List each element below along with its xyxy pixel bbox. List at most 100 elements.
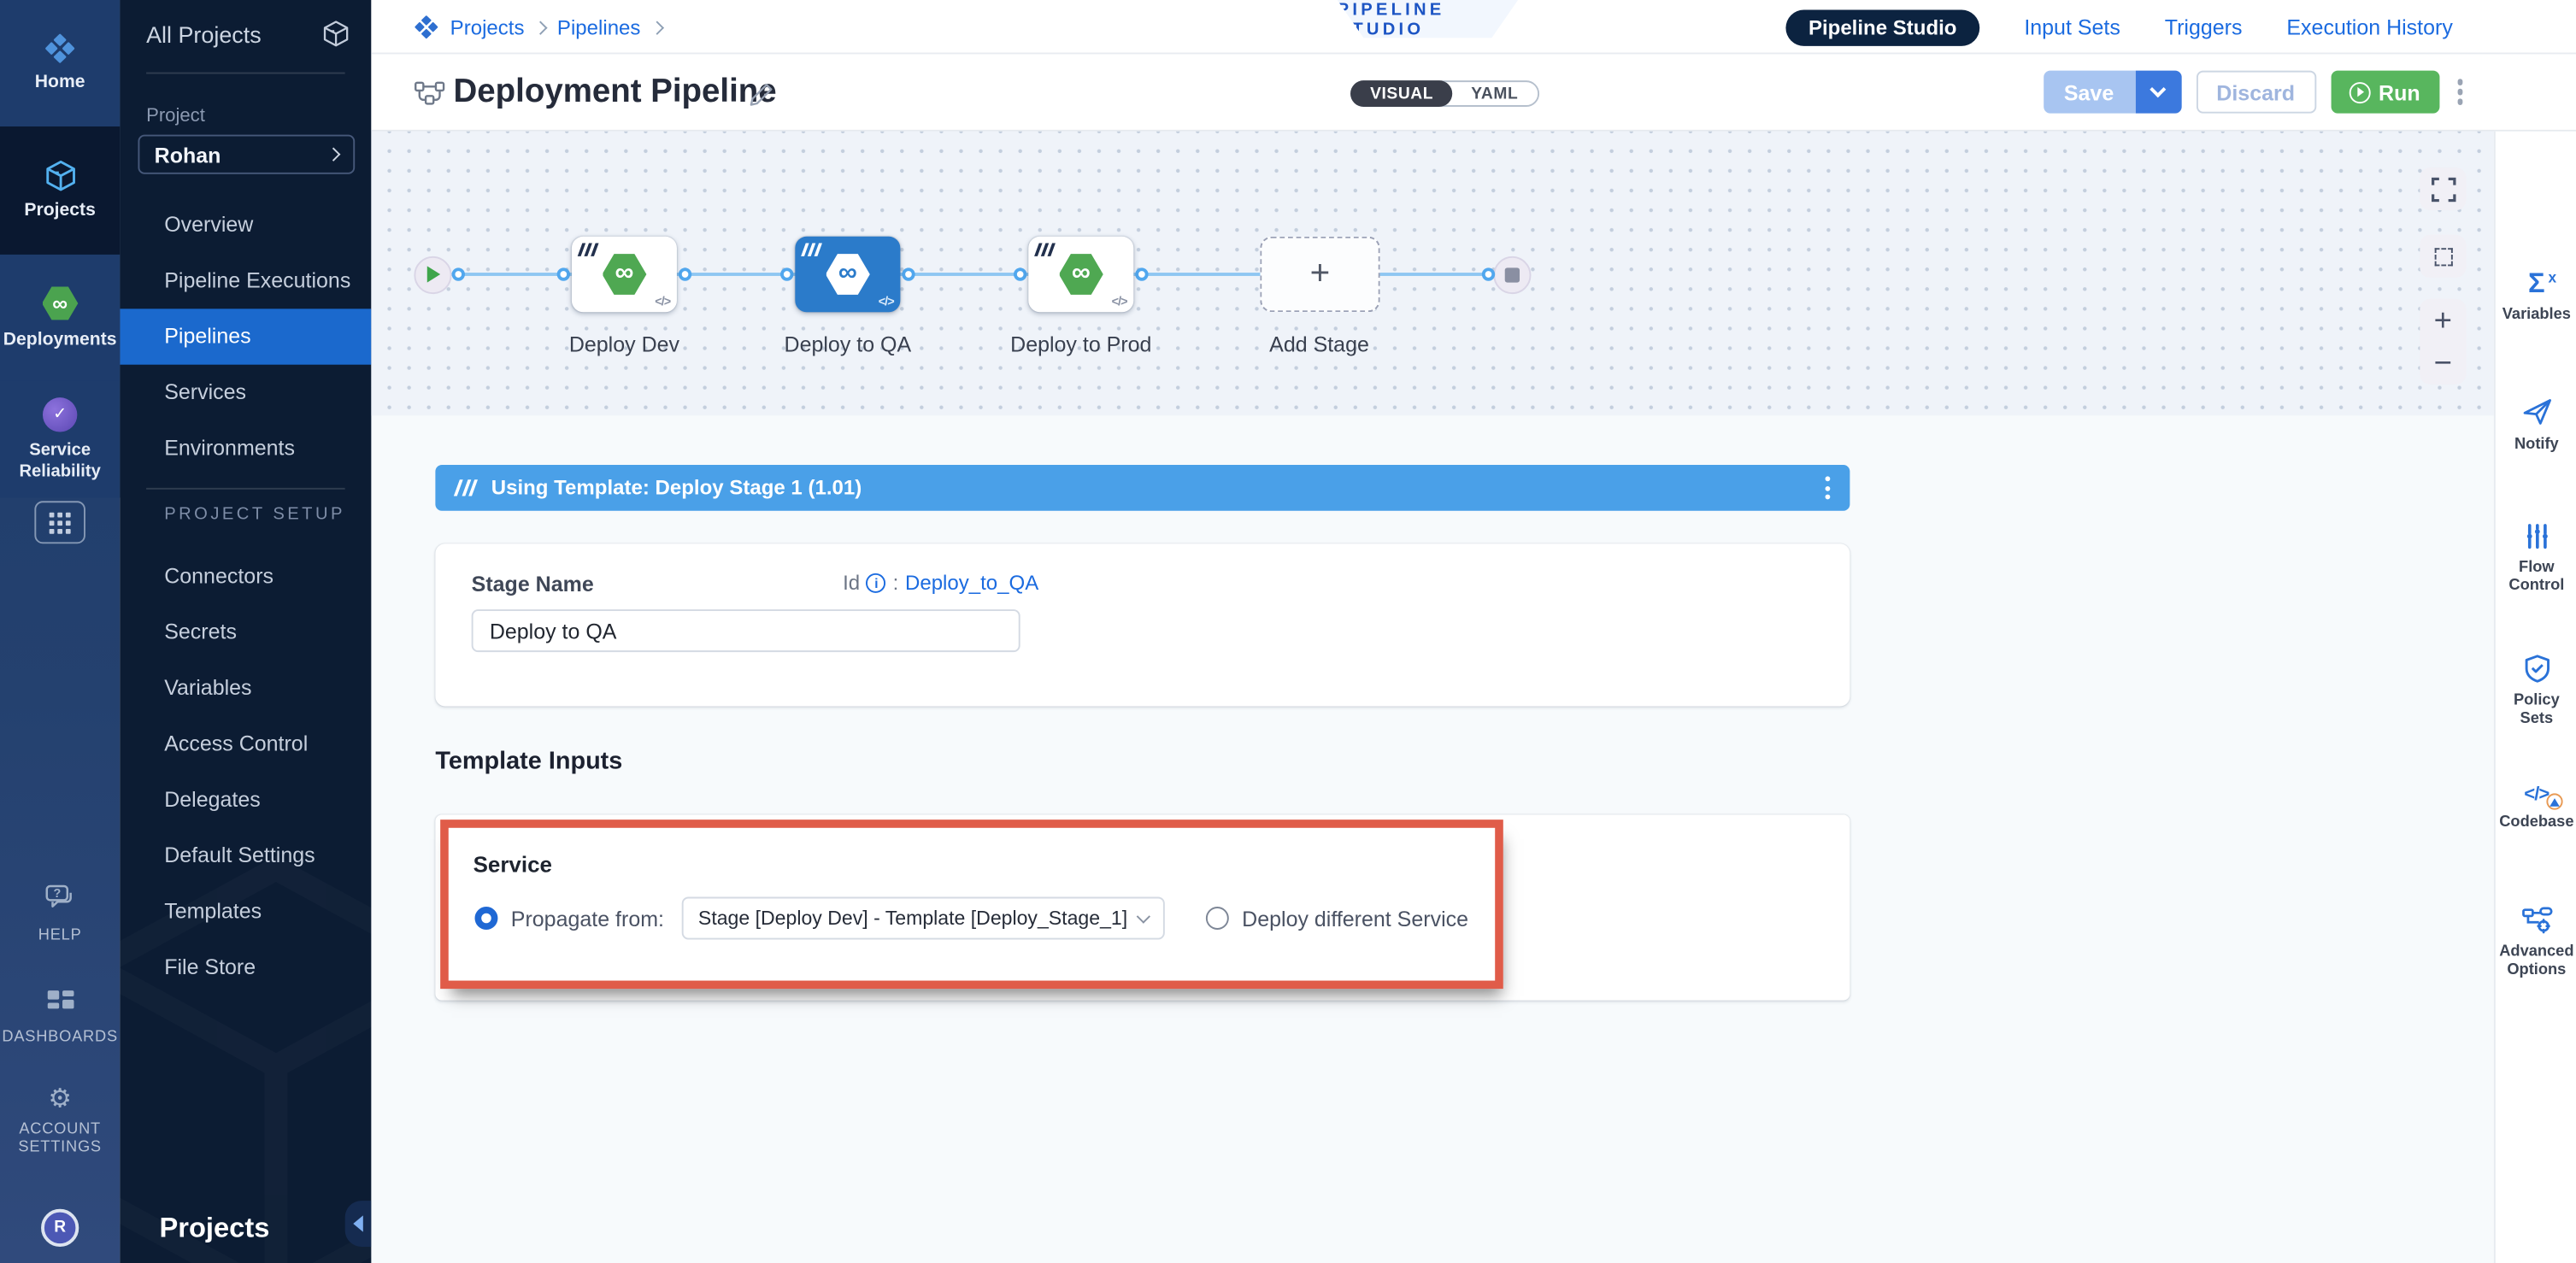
propagate-from-label[interactable]: Propagate from: <box>511 907 664 931</box>
divider <box>146 73 345 74</box>
project-selector[interactable]: Rohan <box>138 135 355 174</box>
using-template-bar[interactable]: Using Template: Deploy Stage 1 (1.01) <box>435 465 1850 511</box>
studio-tools-panel: Σx Variables Notify Flow Control Policy … <box>2494 132 2576 1263</box>
breadcrumb-pipelines[interactable]: Pipelines <box>557 15 641 38</box>
sidebar-item-overview[interactable]: Overview <box>120 197 371 253</box>
breadcrumb-projects[interactable]: Projects <box>450 15 525 38</box>
project-label: Project <box>146 107 205 126</box>
panel-item-variables[interactable]: Σx Variables <box>2496 269 2576 324</box>
start-play-icon <box>427 266 440 282</box>
toggle-yaml[interactable]: YAML <box>1451 82 1538 105</box>
selection-mode-button[interactable] <box>2420 235 2466 278</box>
panel-label: Advanced Options <box>2497 943 2576 980</box>
plus-icon: + <box>1310 255 1331 294</box>
rail-item-account-settings[interactable]: ⚙ ACCOUNT SETTINGS <box>0 1087 120 1157</box>
rail-item-home[interactable]: Home <box>0 0 120 126</box>
page-title: Deployment Pipeline <box>454 73 777 111</box>
top-bar: Projects Pipelines PIPELINE STUDIO Pipel… <box>371 0 2576 54</box>
discard-button[interactable]: Discard <box>2196 71 2315 114</box>
using-template-text: Using Template: Deploy Stage 1 (1.01) <box>491 476 862 499</box>
panel-label: Policy Sets <box>2497 691 2576 729</box>
sidebar-item-access-control[interactable]: Access Control <box>120 716 371 772</box>
zoom-out-button[interactable]: − <box>2434 348 2452 379</box>
sidebar-item-secrets[interactable]: Secrets <box>120 604 371 660</box>
project-setup-heading: PROJECT SETUP <box>164 504 345 524</box>
save-split-button: Save <box>2043 71 2180 114</box>
rail-item-service-reliability[interactable]: ✓ Service Reliability <box>0 381 120 497</box>
toggle-visual[interactable]: VISUAL <box>1350 80 1453 107</box>
sidebar-item-environments[interactable]: Environments <box>120 420 371 476</box>
sidebar-item-file-store[interactable]: File Store <box>120 939 371 995</box>
fullscreen-button[interactable] <box>2420 167 2466 210</box>
tab-triggers[interactable]: Triggers <box>2165 15 2243 39</box>
tab-pipeline-studio[interactable]: Pipeline Studio <box>1785 9 1979 45</box>
main-area: Projects Pipelines PIPELINE STUDIO Pipel… <box>371 0 2576 1263</box>
module-grid-button[interactable] <box>34 501 85 543</box>
rail-item-deployments[interactable]: ∞ Deployments <box>0 255 120 381</box>
run-button[interactable]: Run <box>2331 71 2439 114</box>
stage-label-deploy-to-prod[interactable]: Deploy to Prod <box>1010 332 1151 356</box>
zoom-in-button[interactable]: + <box>2434 305 2452 337</box>
service-card: Service Propagate from: Stage [Deploy De… <box>435 814 1850 1000</box>
sidebar-item-variables[interactable]: Variables <box>120 661 371 716</box>
info-icon[interactable]: i <box>867 573 886 593</box>
gear-icon: ⚙ <box>0 1087 120 1113</box>
sidebar-title: All Projects <box>146 21 262 48</box>
sidebar-item-services[interactable]: Services <box>120 365 371 420</box>
rail-item-help[interactable]: ? HELP <box>0 884 120 945</box>
user-avatar[interactable]: R <box>41 1209 79 1247</box>
panel-item-codebase[interactable]: </> Codebase <box>2496 785 2576 832</box>
pipeline-canvas[interactable]: ∞ </> ∞ </> ∞ </> + Deploy Dev Deploy to… <box>371 132 2493 416</box>
edit-pencil-icon[interactable] <box>750 82 774 107</box>
stage-node-deploy-dev[interactable]: ∞ </> <box>572 237 677 312</box>
sidebar-item-label: Pipelines <box>164 324 250 349</box>
id-colon: : <box>893 572 899 595</box>
tab-input-sets[interactable]: Input Sets <box>2024 15 2120 39</box>
more-options-button[interactable] <box>2454 76 2466 108</box>
sidebar-item-connectors[interactable]: Connectors <box>120 549 371 604</box>
avatar-initial: R <box>54 1219 66 1237</box>
chevron-right-icon <box>326 148 340 162</box>
stage-id-row: Id i : Deploy_to_QA <box>843 572 1038 595</box>
stage-name-input[interactable] <box>472 609 1020 652</box>
panel-item-flow-control[interactable]: Flow Control <box>2496 522 2576 596</box>
sidebar-item-pipelines[interactable]: Pipelines <box>120 308 371 364</box>
panel-item-policy-sets[interactable]: Policy Sets <box>2496 654 2576 729</box>
play-icon <box>2349 81 2370 103</box>
sidebar-item-templates[interactable]: Templates <box>120 884 371 939</box>
panel-item-advanced-options[interactable]: Advanced Options <box>2496 907 2576 980</box>
stage-label-add-stage[interactable]: Add Stage <box>1269 332 1369 356</box>
save-dropdown-button[interactable] <box>2135 71 2181 114</box>
tab-execution-history[interactable]: Execution History <box>2286 15 2452 39</box>
home-icon <box>44 33 76 65</box>
propagate-from-radio[interactable] <box>475 907 498 930</box>
rail-label-service-reliability: Service Reliability <box>9 441 111 480</box>
id-label: Id <box>843 572 860 595</box>
deploy-different-label[interactable]: Deploy different Service <box>1242 907 1468 931</box>
rail-item-projects[interactable]: Projects <box>0 126 120 255</box>
panel-item-notify[interactable]: Notify <box>2496 396 2576 454</box>
stage-node-deploy-to-prod[interactable]: ∞ </> <box>1028 237 1133 312</box>
rail-item-dashboards[interactable]: DASHBOARDS <box>0 989 120 1047</box>
add-stage-button[interactable]: + <box>1260 237 1379 312</box>
pipeline-end-node <box>1492 256 1530 293</box>
save-button[interactable]: Save <box>2043 71 2135 114</box>
end-stop-icon <box>1504 267 1519 281</box>
sidebar-item-delegates[interactable]: Delegates <box>120 772 371 827</box>
stage-label-deploy-dev[interactable]: Deploy Dev <box>569 332 679 356</box>
sidebar-item-pipeline-executions[interactable]: Pipeline Executions <box>120 253 371 308</box>
rail-label-help: HELP <box>0 926 120 945</box>
dashboards-icon <box>45 989 75 1013</box>
stage-node-deploy-to-qa[interactable]: ∞ </> <box>795 237 900 312</box>
stage-id-value[interactable]: Deploy_to_QA <box>905 572 1038 595</box>
template-menu-button[interactable] <box>1822 473 1833 503</box>
deploy-different-radio[interactable] <box>1206 907 1229 930</box>
all-projects-cube-icon[interactable] <box>322 20 350 48</box>
sidebar-item-label: Secrets <box>164 620 237 644</box>
stage-label-deploy-to-qa[interactable]: Deploy to QA <box>785 332 912 356</box>
sidebar-collapse-button[interactable] <box>345 1201 372 1247</box>
sidebar-item-default-settings[interactable]: Default Settings <box>120 828 371 884</box>
propagate-stage-select[interactable]: Stage [Deploy Dev] - Template [Deploy_St… <box>682 897 1165 940</box>
run-label: Run <box>2379 79 2420 104</box>
service-highlight-box: Service Propagate from: Stage [Deploy De… <box>440 819 1503 989</box>
